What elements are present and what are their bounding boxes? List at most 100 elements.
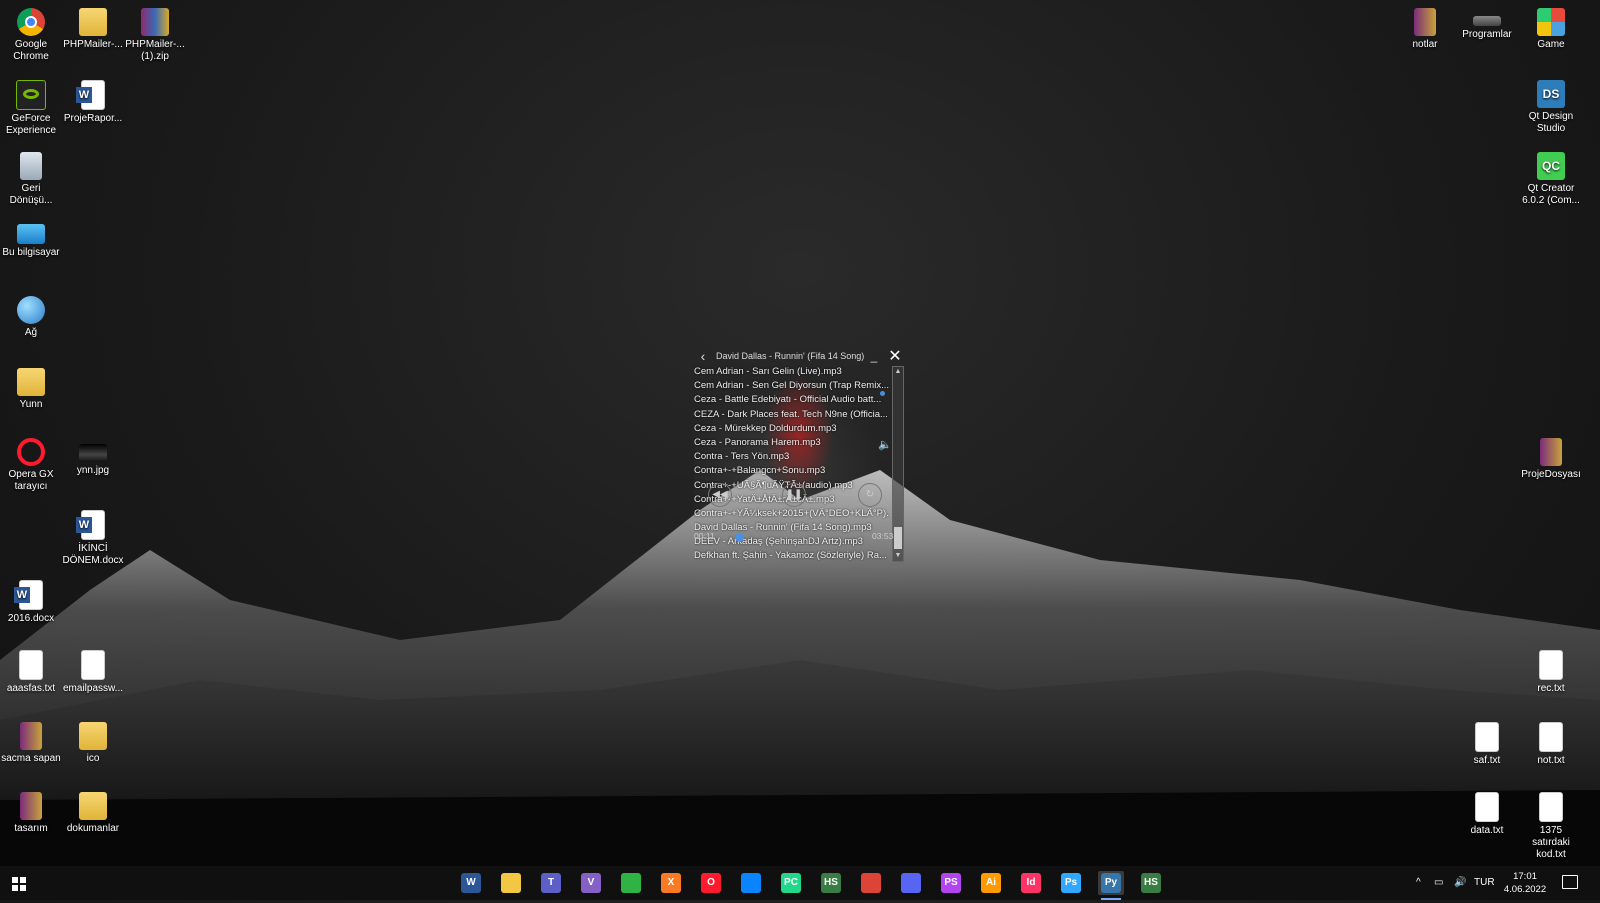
taskbar-opera-gx-icon[interactable]: O	[698, 871, 724, 895]
playlist-item[interactable]: DEEV - Arkadaş (ŞehinşahDJ Artz).mp3	[694, 535, 890, 549]
folder-icon	[79, 722, 107, 750]
game-icon	[1537, 8, 1565, 36]
back-chevron-icon[interactable]: ‹	[694, 348, 712, 364]
clock[interactable]: 17:01 4.06.2022	[1496, 870, 1554, 896]
desktop-icon-qt-creator[interactable]: QC Qt Creator 6.0.2 (Com...	[1520, 148, 1582, 207]
seek-slider-handle[interactable]	[735, 533, 744, 542]
taskbar-indesign-icon[interactable]: Id	[1018, 871, 1044, 895]
text-file-icon	[1539, 650, 1563, 680]
desktop-icon-label: notlar	[1412, 39, 1438, 50]
taskbar-hs-app-icon[interactable]: HS	[818, 871, 844, 895]
network-tray-icon[interactable]: ▭	[1434, 866, 1443, 900]
taskbar-chrome-icon[interactable]	[858, 871, 884, 895]
folder-icon	[79, 792, 107, 820]
desktop-icon-phpmailer-folder[interactable]: PHPMailer-...	[62, 4, 124, 51]
repeat-button[interactable]: ↻	[858, 483, 882, 507]
taskbar-pycharm-icon[interactable]: PC	[778, 871, 804, 895]
desktop-icon-recycle-bin[interactable]: Geri Dönüşü...	[0, 148, 62, 207]
desktop-icon-ikinci-donem[interactable]: İKİNCİ DÖNEM.docx	[62, 506, 124, 567]
desktop-icon-label: tasarım	[14, 823, 48, 834]
desktop-icon-dokumanlar[interactable]: dokumanlar	[62, 788, 124, 835]
desktop-icon-programlar[interactable]: Programlar	[1456, 4, 1518, 41]
taskbar-word-icon[interactable]: W	[458, 871, 484, 895]
desktop-icon-ico[interactable]: ico	[62, 718, 124, 765]
hs-app-2-glyph: HS	[1141, 873, 1161, 893]
close-button[interactable]: ✕	[884, 346, 906, 366]
desktop-icon-network[interactable]: Ağ	[0, 292, 62, 339]
desktop-icon-projedosyasi[interactable]: ProjeDosyası	[1520, 434, 1582, 481]
playlist-scrollbar[interactable]: ▲ ▼	[892, 366, 904, 562]
desktop-icon-qt-design-studio[interactable]: DS Qt Design Studio	[1520, 76, 1582, 135]
previous-track-button[interactable]: ◀◀	[708, 483, 732, 507]
taskbar-xampp-icon[interactable]: X	[658, 871, 684, 895]
scroll-up-arrow-icon[interactable]: ▲	[893, 367, 903, 377]
desktop-icon-opera-gx[interactable]: Opera GX tarayıcı	[0, 434, 62, 493]
desktop-icon-geforce[interactable]: GeForce Experience	[0, 76, 62, 137]
playlist-item[interactable]: CEZA - Dark Places feat. Tech N9ne (Offi…	[694, 408, 890, 422]
desktop-icon-this-pc[interactable]: Bu bilgisayar	[0, 220, 62, 259]
desktop-icon-aaasfas[interactable]: aaasfas.txt	[0, 646, 62, 695]
playlist-item[interactable]: Contra+-+Balangcn+Sonu.mp3	[694, 464, 890, 478]
desktop-icon-tasarim[interactable]: tasarım	[0, 788, 62, 835]
volume-icon[interactable]: 🔈	[878, 438, 892, 451]
text-file-icon	[1475, 722, 1499, 752]
desktop-icon-data-txt[interactable]: data.txt	[1456, 788, 1518, 837]
taskbar-file-explorer-icon[interactable]	[498, 871, 524, 895]
desktop-icon-chrome[interactable]: Google Chrome	[0, 4, 62, 63]
desktop-icon-yunn[interactable]: Yunn	[0, 364, 62, 411]
taskbar-illustrator-icon[interactable]: Ai	[978, 871, 1004, 895]
taskbar-teams-icon[interactable]: T	[538, 871, 564, 895]
playlist-item[interactable]: Ceza - Mürekkep Doldurdum.mp3	[694, 422, 890, 436]
playlist-item[interactable]: Contra - Ters Yön.mp3	[694, 450, 890, 464]
notification-center-icon[interactable]	[1562, 875, 1578, 889]
start-button[interactable]	[6, 871, 36, 895]
desktop-icon-phpmailer-zip[interactable]: PHPMailer-... (1).zip	[124, 4, 186, 63]
phpstorm-glyph: PS	[941, 873, 961, 893]
desktop-icon-2016-docx[interactable]: 2016.docx	[0, 576, 62, 625]
desktop-icon-ynn-jpg[interactable]: ynn.jpg	[62, 434, 124, 477]
playlist-item[interactable]: Cem Adrian - Sarı Gelin (Live).mp3	[694, 365, 890, 379]
taskbar-messenger-icon[interactable]	[738, 871, 764, 895]
now-playing-title: David Dallas - Runnin' (Fifa 14 Song)	[716, 351, 864, 361]
opera-icon	[17, 438, 45, 466]
playlist-item[interactable]: Ceza - Panorama Harem.mp3	[694, 436, 890, 450]
taskbar-hs-app-2-icon[interactable]: HS	[1138, 871, 1164, 895]
tray-overflow-chevron-icon[interactable]: ^	[1416, 866, 1421, 900]
playlist-item[interactable]: David Dallas - Runnin' (Fifa 14 Song).mp…	[694, 521, 890, 535]
archive-icon	[1540, 438, 1562, 466]
playlist-item[interactable]: Ceza - Battle Edebiyatı - Official Audio…	[694, 393, 890, 407]
desktop-icon-label: Qt Design Studio	[1528, 111, 1574, 134]
play-pause-button[interactable]: ❚❚	[782, 483, 806, 507]
text-file-icon	[1539, 722, 1563, 752]
playlist-item[interactable]: Cem Adrian - Sen Gel Diyorsun (Trap Remi…	[694, 379, 890, 393]
playlist-item[interactable]: Defkhan ft. Şahin - Yakamoz (Sözleriyle)…	[694, 549, 890, 563]
volume-tray-icon[interactable]: 🔊	[1454, 866, 1466, 900]
desktop-icon-emailpassw[interactable]: emailpassw...	[62, 646, 124, 695]
desktop-icon-rec-txt[interactable]: rec.txt	[1520, 646, 1582, 695]
desktop-icon-not-txt[interactable]: not.txt	[1520, 718, 1582, 767]
desktop-icon-saf-txt[interactable]: saf.txt	[1456, 718, 1518, 767]
minimize-button[interactable]: _	[864, 349, 884, 363]
scroll-down-arrow-icon[interactable]: ▼	[893, 551, 903, 561]
language-indicator[interactable]: TUR	[1474, 866, 1495, 900]
desktop-icon-label: Geri Dönüşü...	[9, 183, 53, 206]
taskbar-chat-icon[interactable]	[618, 871, 644, 895]
scroll-thumb[interactable]	[894, 527, 902, 549]
taskbar-python-icon[interactable]: Py	[1098, 871, 1124, 900]
desktop-icon-projerapor[interactable]: ProjeRapor...	[62, 76, 124, 125]
text-file-icon	[81, 650, 105, 680]
desktop-icon-label: emailpassw...	[62, 683, 124, 694]
desktop-icon-label: Game	[1537, 39, 1565, 50]
desktop-icon-1375-kod[interactable]: 1375 satırdaki kod.txt	[1520, 788, 1582, 861]
playlist-item[interactable]: Contra+-+YÃ¼ksek+2015+(VÄ°DEO+KLÄ°P)...	[694, 507, 890, 521]
desktop-icon-notlar[interactable]: notlar	[1394, 4, 1456, 51]
desktop-icon-sacma-sapan[interactable]: sacma sapan	[0, 718, 62, 765]
taskbar-discord-icon[interactable]	[898, 871, 924, 895]
taskbar-photoshop-icon[interactable]: Ps	[1058, 871, 1084, 895]
desktop-icon-label: PHPMailer-...	[63, 39, 123, 50]
taskbar-visual-studio-icon[interactable]: V	[578, 871, 604, 895]
desktop-icon-game[interactable]: Game	[1520, 4, 1582, 51]
desktop-icon-label: sacma sapan	[1, 753, 61, 764]
taskbar-phpstorm-icon[interactable]: PS	[938, 871, 964, 895]
desktop-icon-label: ProjeRapor...	[63, 113, 123, 124]
